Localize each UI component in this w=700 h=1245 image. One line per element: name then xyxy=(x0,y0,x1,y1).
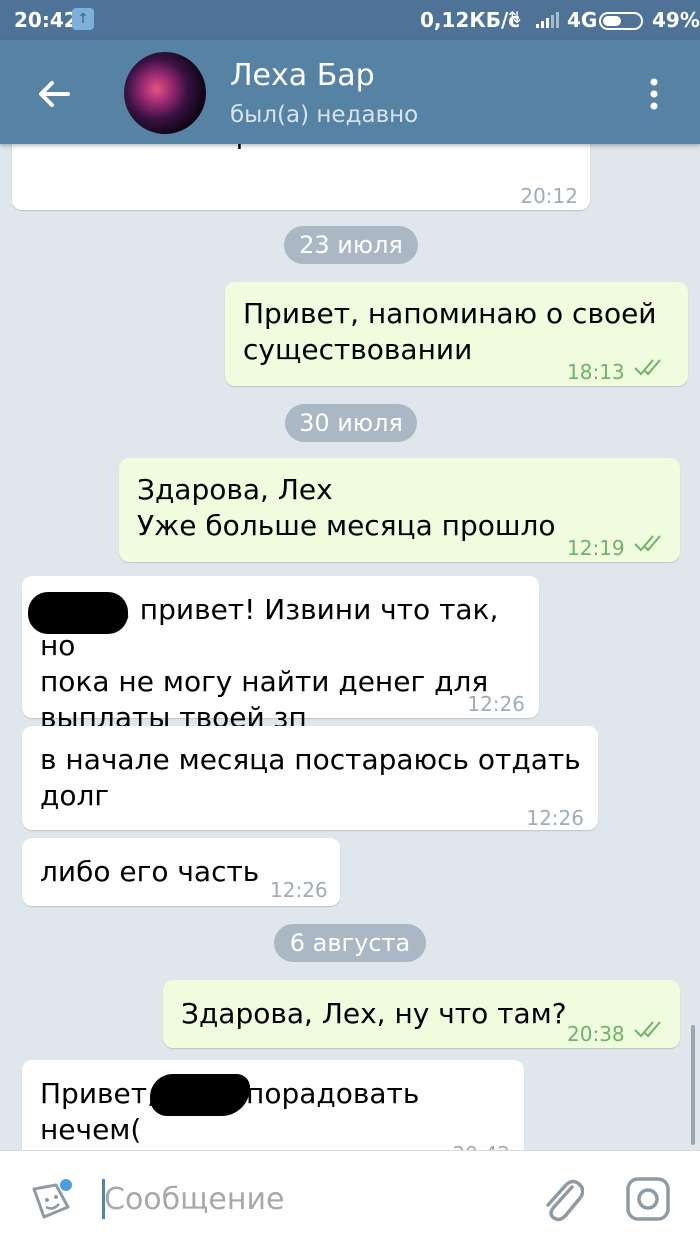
arrow-up-icon: ↑ xyxy=(72,8,94,30)
read-check-icon xyxy=(634,359,661,376)
read-check-icon xyxy=(634,535,661,552)
message-composer xyxy=(0,1150,700,1245)
message-bubble[interactable]: Здарова, Лех, ну что там? 20:38 xyxy=(163,980,680,1048)
network-speed: 0,12КБ/с xyxy=(420,8,521,32)
message-text: Здарова, Лех, ну что там? xyxy=(181,997,567,1030)
message-text: в начале месяца постараюсь отдать долг xyxy=(40,743,581,812)
network-type: 4G xyxy=(567,8,598,32)
message-text: Здарова, Лех Уже больше месяца прошло xyxy=(137,473,556,542)
avatar[interactable] xyxy=(124,52,206,134)
message-list[interactable]: обязательно рассчитаюсь с тобой 20:12 23… xyxy=(0,144,700,1150)
status-bar: 20:42 ↑ 0,12КБ/с ⇅ 4G 49% xyxy=(0,0,700,40)
message-time: 18:13 xyxy=(567,360,625,384)
message-bubble[interactable]: либо его часть 12:26 xyxy=(22,838,340,906)
message-time: 20:38 xyxy=(567,1022,625,1046)
more-vertical-icon[interactable] xyxy=(640,74,668,114)
sticker-icon[interactable] xyxy=(28,1177,74,1223)
message-text: , привет! Извини что так, но пока не мог… xyxy=(40,593,499,734)
message-time: 20:42 xyxy=(452,1136,510,1150)
camera-icon[interactable] xyxy=(624,1175,672,1223)
arrow-left-icon[interactable] xyxy=(30,70,78,118)
message-bubble[interactable]: обязательно рассчитаюсь с тобой 20:12 xyxy=(12,144,590,210)
signal-icon xyxy=(536,12,559,28)
data-transfer-icon: ⇅ xyxy=(508,8,522,27)
redacted-name xyxy=(150,1074,250,1116)
battery-percent: 49% xyxy=(652,8,700,32)
battery-icon xyxy=(599,12,643,30)
message-time: 12:19 xyxy=(567,536,625,560)
message-time: 20:12 xyxy=(520,184,578,208)
message-time: 12:26 xyxy=(526,806,584,830)
battery-level xyxy=(603,16,621,26)
message-time: 12:26 xyxy=(467,692,525,716)
message-bubble[interactable]: Привет, Пока порадовать нечем( 20:42 xyxy=(22,1060,524,1150)
scrollbar[interactable] xyxy=(691,1025,695,1145)
contact-status: был(а) недавно xyxy=(230,102,419,128)
status-time: 20:42 xyxy=(14,8,78,32)
message-bubble[interactable]: Привет, напоминаю о своей существовании … xyxy=(225,282,688,386)
date-separator: 23 июля xyxy=(284,226,418,264)
date-separator: 30 июля xyxy=(285,404,417,442)
paperclip-icon[interactable] xyxy=(538,1173,584,1223)
message-bubble[interactable]: в начале месяца постараюсь отдать долг 1… xyxy=(22,726,598,830)
message-text: обязательно рассчитаюсь с тобой xyxy=(40,144,544,152)
date-separator: 6 августа xyxy=(274,924,426,962)
message-time: 12:26 xyxy=(270,878,328,902)
message-bubble[interactable]: Здарова, Лех Уже больше месяца прошло 12… xyxy=(119,458,680,562)
message-bubble[interactable]: , привет! Извини что так, но пока не мог… xyxy=(22,576,539,734)
read-check-icon xyxy=(634,1021,661,1038)
chat-header: Леха Бар был(а) недавно xyxy=(0,40,700,144)
message-input[interactable] xyxy=(104,1177,504,1221)
contact-name[interactable]: Леха Бар xyxy=(230,58,375,93)
message-text: либо его часть xyxy=(40,855,260,888)
